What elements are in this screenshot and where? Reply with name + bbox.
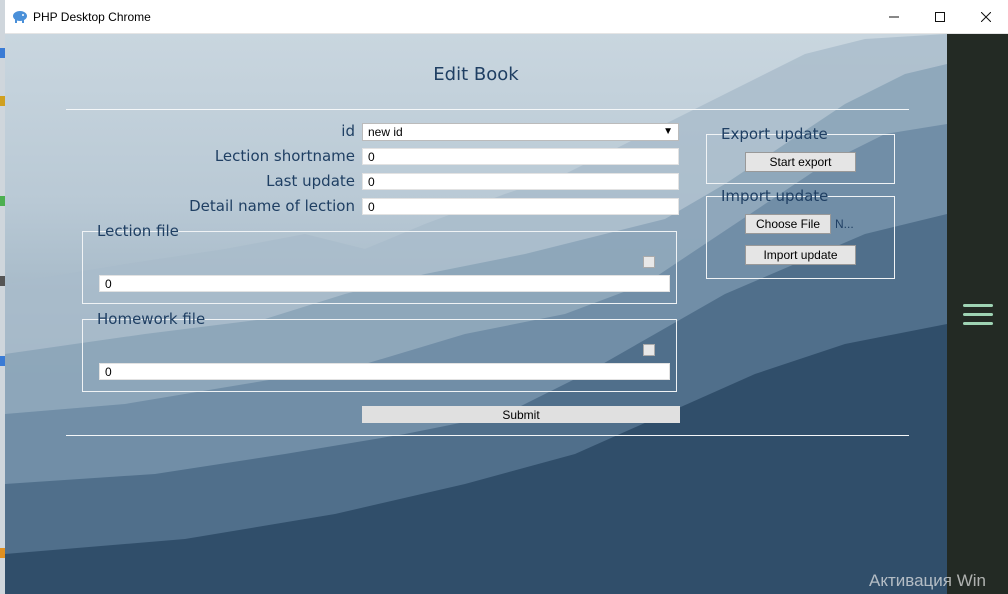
homework-file-checkbox[interactable] bbox=[643, 344, 655, 356]
shortname-label: Lection shortname bbox=[214, 147, 355, 165]
hamburger-line bbox=[963, 313, 993, 316]
maximize-button[interactable] bbox=[917, 0, 963, 34]
submit-button[interactable]: Submit bbox=[362, 406, 680, 423]
lection-file-fieldset: Lection file 0 bbox=[82, 222, 677, 304]
id-label: id bbox=[341, 122, 355, 140]
hamburger-menu-icon[interactable] bbox=[963, 304, 993, 326]
start-export-button[interactable]: Start export bbox=[745, 152, 856, 172]
lection-file-input[interactable]: 0 bbox=[99, 275, 670, 292]
elephant-icon bbox=[13, 11, 27, 23]
choose-file-button[interactable]: Choose File bbox=[745, 214, 831, 234]
hamburger-line bbox=[963, 322, 993, 325]
maximize-icon bbox=[935, 12, 945, 22]
import-update-button[interactable]: Import update bbox=[745, 245, 856, 265]
app-window: PHP Desktop Chrome Edit Book id new id ▼… bbox=[5, 0, 1008, 594]
last-update-input[interactable]: 0 bbox=[362, 173, 679, 190]
windows-activation-watermark: Активация Win bbox=[869, 571, 986, 590]
page-title: Edit Book bbox=[433, 64, 519, 85]
export-legend: Export update bbox=[721, 125, 828, 143]
detail-name-label: Detail name of lection bbox=[189, 197, 355, 215]
close-button[interactable] bbox=[963, 0, 1008, 34]
homework-file-legend: Homework file bbox=[97, 310, 206, 328]
id-select[interactable]: new id ▼ bbox=[362, 123, 679, 141]
lection-file-checkbox[interactable] bbox=[643, 256, 655, 268]
last-update-label: Last update bbox=[266, 172, 355, 190]
homework-file-input[interactable]: 0 bbox=[99, 363, 670, 380]
detail-name-input[interactable]: 0 bbox=[362, 198, 679, 215]
title-bar[interactable]: PHP Desktop Chrome bbox=[5, 0, 1008, 34]
right-sidebar bbox=[947, 34, 1008, 594]
hamburger-line bbox=[963, 304, 993, 307]
no-file-text: N... bbox=[835, 217, 854, 231]
close-icon bbox=[981, 12, 991, 22]
import-legend: Import update bbox=[721, 187, 829, 205]
dropdown-arrow-icon: ▼ bbox=[663, 126, 673, 137]
shortname-input[interactable]: 0 bbox=[362, 148, 679, 165]
import-fieldset: Import update Choose File N... Import up… bbox=[706, 187, 895, 279]
window-title: PHP Desktop Chrome bbox=[33, 10, 151, 24]
minimize-icon bbox=[889, 16, 899, 18]
lection-file-legend: Lection file bbox=[97, 222, 179, 240]
page-content: Edit Book id new id ▼ Lection shortname … bbox=[5, 34, 947, 594]
export-fieldset: Export update Start export bbox=[706, 125, 895, 184]
homework-file-fieldset: Homework file 0 bbox=[82, 310, 677, 392]
top-divider bbox=[66, 109, 909, 110]
id-select-value: new id bbox=[368, 125, 403, 139]
bottom-divider bbox=[66, 435, 909, 436]
minimize-button[interactable] bbox=[871, 0, 917, 34]
